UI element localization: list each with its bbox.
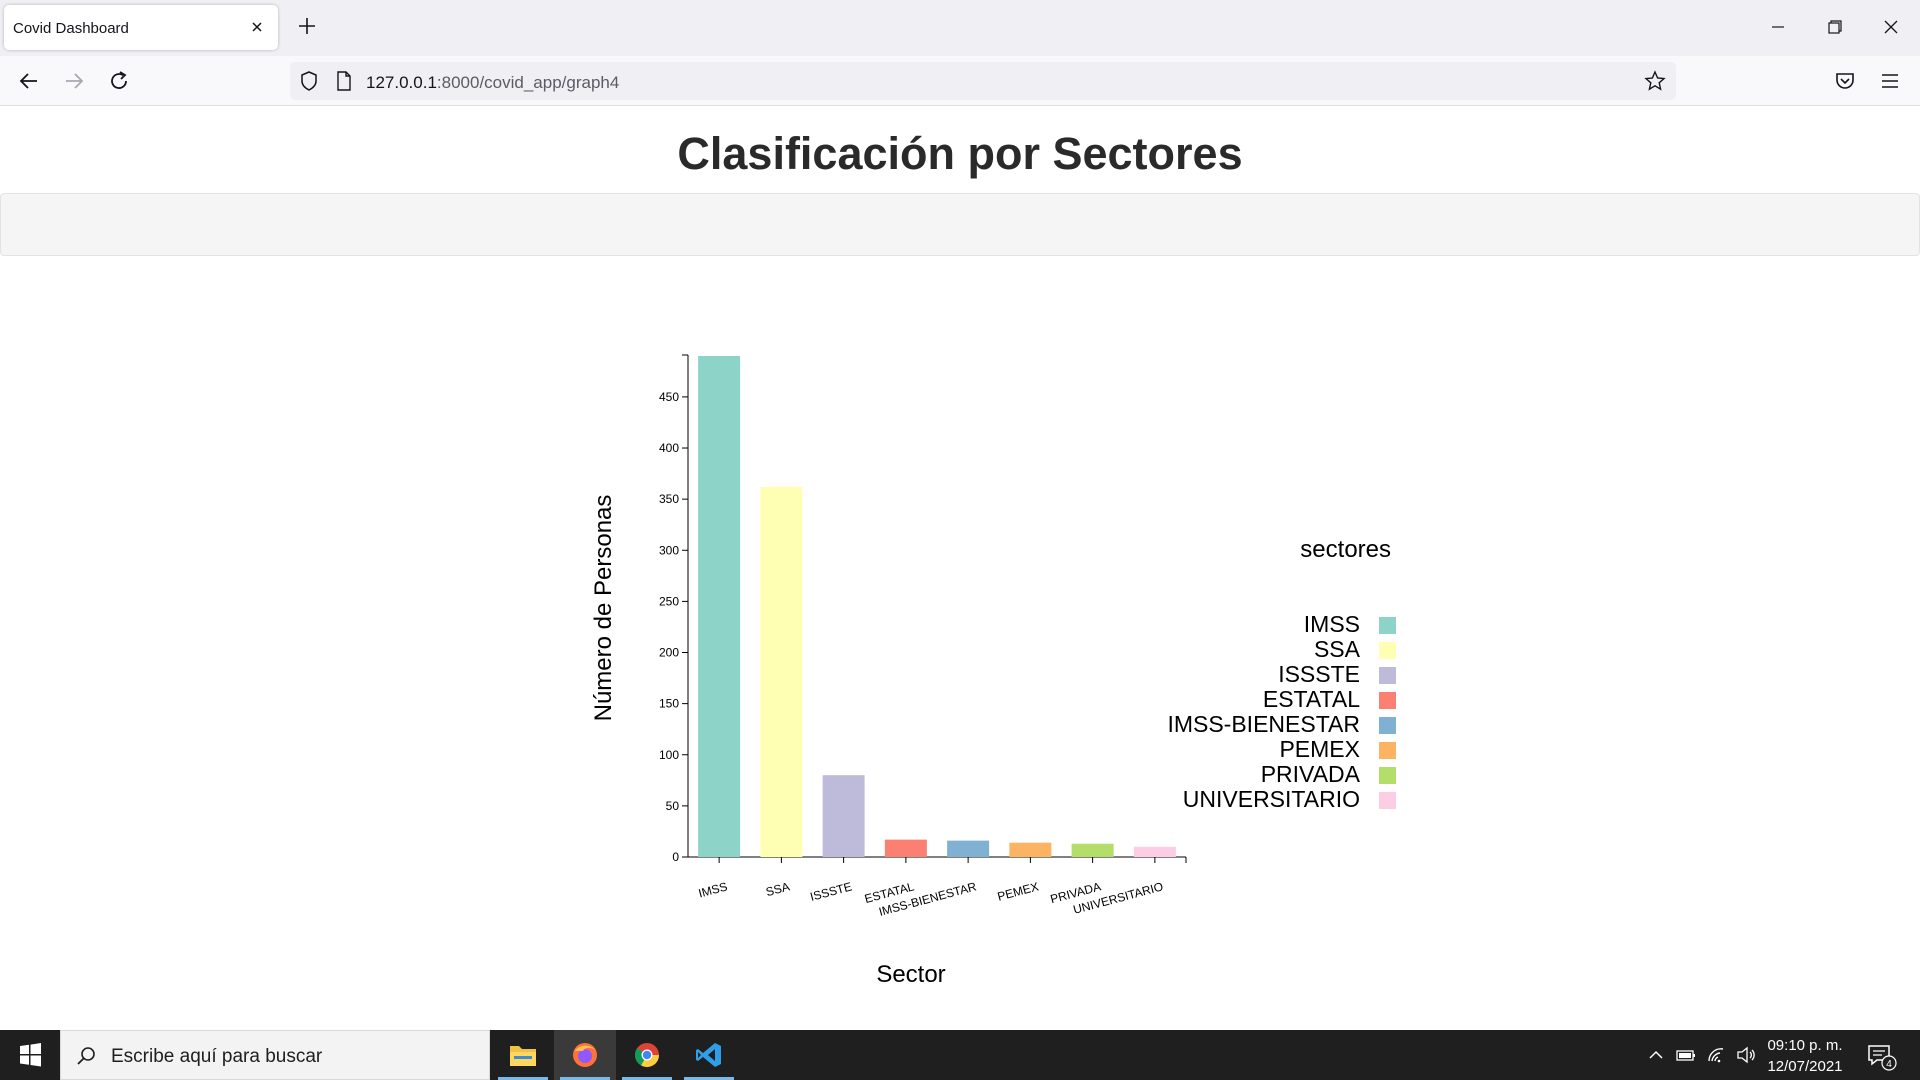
taskbar: Escribe aquí para buscar 09:10 p. m. 12/… <box>0 1030 1920 1080</box>
clock-time: 09:10 p. m. <box>1767 1037 1843 1054</box>
y-axis: 0 50 100 150 200 250 300 350 400 450 <box>659 354 689 864</box>
y-tick-label: 150 <box>659 697 679 711</box>
legend-swatch <box>1379 742 1396 759</box>
bar-chart: 050100150200250300350400450 IMSS SSA ISSST… <box>590 354 1396 988</box>
legend-swatch <box>1379 617 1396 634</box>
search-placeholder: Escribe aquí para buscar <box>111 1046 323 1067</box>
legend-label: ESTATAL <box>1263 686 1360 712</box>
bar-pemex <box>1009 842 1052 857</box>
legend-swatch <box>1379 717 1396 734</box>
legend-label: IMSS <box>1304 611 1360 637</box>
y-tick-label: 400 <box>659 441 679 455</box>
taskbar-search-box[interactable]: Escribe aquí para buscar <box>60 1030 490 1080</box>
legend-label: PRIVADA <box>1261 761 1361 787</box>
wifi-icon[interactable] <box>1706 1044 1728 1066</box>
file-explorer-icon[interactable] <box>492 1030 554 1080</box>
volume-icon[interactable] <box>1735 1044 1757 1066</box>
taskbar-clock[interactable]: 09:10 p. m. 12/07/2021 <box>1760 1035 1850 1077</box>
x-tick-label: IMSS <box>697 879 729 900</box>
legend-label: UNIVERSITARIO <box>1183 786 1360 812</box>
bar-estatal <box>884 839 927 857</box>
bar-imss-bienestar <box>947 840 990 857</box>
chrome-icon[interactable] <box>616 1030 678 1080</box>
clock-date: 12/07/2021 <box>1767 1058 1843 1075</box>
x-tick-label: PEMEX <box>996 879 1040 903</box>
y-tick-label: 450 <box>659 390 679 404</box>
y-tick-label: 200 <box>659 646 679 660</box>
legend-swatch <box>1379 767 1396 784</box>
legend-label: PEMEX <box>1279 736 1360 762</box>
y-tick-label: 0 <box>672 850 679 864</box>
notification-center-icon[interactable]: 4 <box>1866 1042 1898 1072</box>
bars <box>698 356 1176 857</box>
battery-icon[interactable] <box>1675 1044 1697 1066</box>
legend-swatch <box>1379 642 1396 659</box>
y-tick-label: 300 <box>659 543 679 557</box>
windows-start-icon[interactable] <box>0 1030 60 1080</box>
x-axis-title: Sector <box>876 961 945 988</box>
legend-swatch <box>1379 667 1396 684</box>
legend-swatch <box>1379 792 1396 809</box>
legend-label: IMSS-BIENESTAR <box>1167 711 1360 737</box>
y-tick-label: 250 <box>659 594 679 608</box>
x-axis: IMSS SSA ISSSTE ESTATALIMSS-BIENESTAR PEMEX P… <box>688 856 1187 919</box>
y-tick-label: 50 <box>666 799 680 813</box>
bar-privada <box>1071 843 1114 857</box>
legend-label: ISSSTE <box>1278 661 1360 687</box>
chevron-up-icon[interactable] <box>1645 1044 1667 1066</box>
bar-imss <box>698 356 741 857</box>
x-tick-label: SSA <box>764 879 791 899</box>
legend: IMSSSSAISSSTEESTATALIMSS-BIENESTARPEMEXP… <box>1167 611 1396 812</box>
x-tick-label: ISSSTE <box>809 879 854 904</box>
y-tick-label: 350 <box>659 492 679 506</box>
bar-issste <box>822 775 865 857</box>
y-tick-label: 100 <box>659 748 679 762</box>
vscode-icon[interactable] <box>678 1030 740 1080</box>
y-axis-title: Número de Personas <box>590 495 617 722</box>
notification-count: 4 <box>1886 1059 1892 1070</box>
search-icon <box>77 1047 95 1065</box>
bar-ssa <box>760 486 803 857</box>
bar-universitario <box>1133 846 1176 857</box>
firefox-icon[interactable] <box>554 1030 616 1080</box>
legend-label: SSA <box>1314 636 1361 662</box>
legend-swatch <box>1379 692 1396 709</box>
legend-title: sectores <box>1300 536 1391 563</box>
